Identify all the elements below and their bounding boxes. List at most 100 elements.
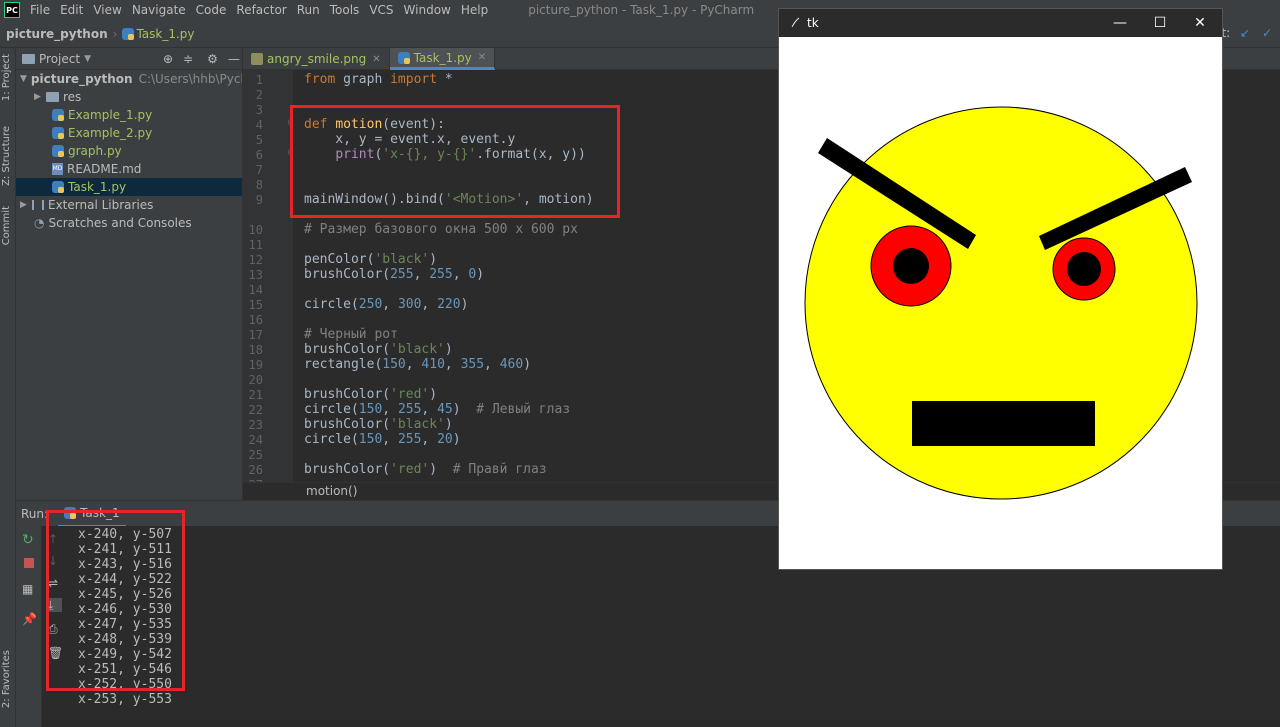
- pin-icon[interactable]: 📌: [22, 612, 37, 626]
- line-number: 10: [248, 223, 263, 237]
- collapse-icon[interactable]: ≑: [183, 52, 193, 66]
- tree-item-example1[interactable]: Example_1.py: [16, 106, 242, 124]
- tree-item-task1[interactable]: Task_1.py: [16, 178, 242, 196]
- left-tool-strip: 1: Project Z: Structure Commit 2: Favori…: [0, 48, 16, 727]
- close-icon[interactable]: ✕: [372, 54, 380, 65]
- project-panel: Project ▼ ⊕ ≑ ⚙ — ▼ picture_python C:\Us…: [16, 48, 243, 500]
- tree-item-readme[interactable]: MD README.md: [16, 160, 242, 178]
- line-number: 25: [248, 448, 263, 462]
- line-number: 4: [255, 118, 263, 132]
- close-icon[interactable]: ✕: [1191, 15, 1209, 31]
- project-panel-header: Project ▼ ⊕ ≑ ⚙ —: [16, 48, 242, 70]
- line-number: 21: [248, 388, 263, 402]
- tab-label: angry_smile.png: [267, 52, 367, 66]
- tree-path: C:\Users\hhb\Pycharm: [138, 72, 242, 86]
- tree-item-scratches[interactable]: ◔ Scratches and Consoles: [16, 214, 242, 232]
- line-number: 13: [248, 268, 263, 282]
- breadcrumb-file[interactable]: Task_1.py: [136, 27, 194, 41]
- feather-icon: [791, 17, 800, 28]
- tk-titlebar[interactable]: tk — ☐ ✕: [779, 9, 1222, 37]
- python-file-icon: [52, 109, 64, 121]
- tab-task1[interactable]: Task_1.py ✕: [389, 48, 496, 70]
- project-folder-icon: [22, 53, 35, 64]
- left-pupil: [893, 248, 929, 284]
- tree-label: res: [63, 90, 82, 104]
- menu-help[interactable]: Help: [457, 3, 492, 17]
- chevron-down-icon[interactable]: ▼: [20, 74, 27, 84]
- tree-item-external-libraries[interactable]: ▶ External Libraries: [16, 196, 242, 214]
- tab-favorites[interactable]: 2: Favorites: [1, 650, 12, 708]
- tk-window-title: tk: [807, 16, 819, 30]
- line-number: 6: [255, 148, 263, 162]
- menu-edit[interactable]: Edit: [56, 3, 87, 17]
- tab-commit[interactable]: Commit: [1, 206, 12, 245]
- run-label: Run:: [21, 506, 49, 521]
- menu-view[interactable]: View: [89, 3, 125, 17]
- update-arrow-icon[interactable]: ↙: [1240, 26, 1250, 40]
- tree-item-res[interactable]: ▶ res: [16, 88, 242, 106]
- line-number: 8: [255, 178, 263, 192]
- tab-project[interactable]: 1: Project: [1, 54, 12, 101]
- line-number: 14: [248, 283, 263, 297]
- menu-refactor[interactable]: Refactor: [232, 3, 290, 17]
- line-number: 16: [248, 313, 263, 327]
- locate-icon[interactable]: ⊕: [163, 52, 173, 66]
- image-file-icon: [251, 53, 263, 65]
- chevron-down-icon[interactable]: ▼: [84, 54, 91, 64]
- code-line-19: brushColor('black'): [304, 342, 453, 357]
- menu-navigate[interactable]: Navigate: [128, 3, 190, 17]
- chevron-right-icon[interactable]: ▶: [20, 200, 32, 210]
- menu-window[interactable]: Window: [400, 3, 455, 17]
- line-number: 24: [248, 433, 263, 447]
- code-line-22: brushColor('red'): [304, 387, 438, 402]
- menu-code[interactable]: Code: [192, 3, 231, 17]
- mouth-rectangle: [912, 401, 1095, 446]
- chevron-right-icon[interactable]: ▶: [34, 92, 46, 102]
- layout-icon[interactable]: ▦: [22, 582, 36, 596]
- gear-icon[interactable]: ⚙: [207, 52, 218, 66]
- tree-item-example2[interactable]: Example_2.py: [16, 124, 242, 142]
- commit-check-icon[interactable]: ✓: [1262, 26, 1272, 40]
- git-status: it: ↙ ✓: [1218, 26, 1272, 40]
- code-breadcrumb[interactable]: motion(): [306, 484, 357, 498]
- tree-item-graph[interactable]: graph.py: [16, 142, 242, 160]
- menu-run[interactable]: Run: [293, 3, 324, 17]
- line-number: 22: [248, 403, 263, 417]
- code-line-20: rectangle(150, 410, 355, 460): [304, 357, 532, 372]
- tree-label: README.md: [67, 162, 142, 176]
- code-line-24: brushColor('black'): [304, 417, 453, 432]
- line-number: 17: [248, 328, 263, 342]
- python-file-icon: [122, 27, 135, 40]
- code-line-13: penColor('black'): [304, 252, 438, 267]
- line-number: 20: [248, 373, 263, 387]
- scratches-icon: ◔: [34, 216, 45, 230]
- project-panel-title[interactable]: Project: [39, 52, 80, 66]
- menu-tools[interactable]: Tools: [326, 3, 364, 17]
- tree-label: graph.py: [68, 144, 122, 158]
- menu-vcs[interactable]: VCS: [365, 3, 397, 17]
- menu-file[interactable]: File: [26, 3, 54, 17]
- code-line-18: # Черный рот: [304, 327, 398, 342]
- tab-angry-smile[interactable]: angry_smile.png ✕: [243, 48, 390, 70]
- tree-item-root[interactable]: ▼ picture_python C:\Users\hhb\Pycharm: [16, 70, 242, 88]
- line-number: 7: [255, 163, 263, 177]
- line-number: 3: [255, 103, 263, 117]
- tab-structure[interactable]: Z: Structure: [1, 126, 12, 186]
- tk-window[interactable]: tk — ☐ ✕: [778, 8, 1223, 570]
- pycharm-logo-icon: PC: [4, 2, 20, 18]
- rerun-icon[interactable]: ↻: [22, 532, 36, 548]
- tree-label: Task_1.py: [68, 180, 127, 194]
- line-number: 2: [255, 88, 263, 102]
- angry-smile-canvas[interactable]: [779, 37, 1222, 569]
- stop-icon[interactable]: [22, 556, 36, 570]
- line-number: 12: [248, 253, 263, 267]
- code-line-1: from graph import *: [304, 72, 453, 87]
- minimize-icon[interactable]: —: [228, 52, 240, 66]
- breadcrumb-project[interactable]: picture_python: [6, 27, 108, 41]
- tree-label: Scratches and Consoles: [48, 216, 192, 230]
- minimize-icon[interactable]: —: [1111, 15, 1129, 31]
- maximize-icon[interactable]: ☐: [1151, 15, 1169, 31]
- window-title: picture_python - Task_1.py - PyCharm: [528, 3, 755, 17]
- close-icon[interactable]: ✕: [478, 52, 486, 63]
- python-file-icon: [52, 127, 64, 139]
